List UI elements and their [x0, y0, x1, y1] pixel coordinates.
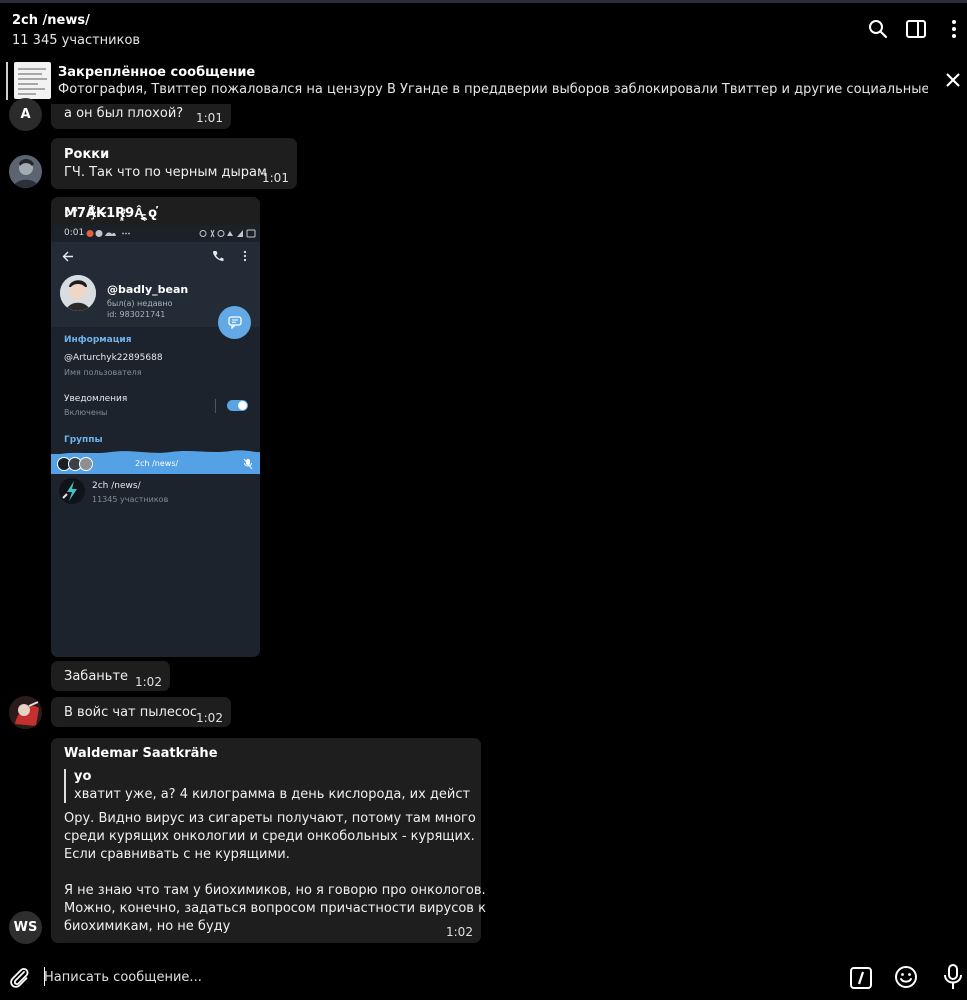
message-line: Я не знаю что там у биохимиков, но я гов…: [64, 883, 486, 898]
more-vertical-icon[interactable]: [942, 17, 966, 41]
message-time: 1:02: [135, 675, 162, 689]
pinned-text: Фотография, Твиттер пожаловался на цензу…: [58, 82, 928, 97]
phone-notifications-toggle: [227, 400, 248, 411]
phone-notifications-label: Уведомления: [64, 394, 128, 404]
avatar[interactable]: [9, 696, 42, 729]
reply-text: хватит уже, а? 4 килограмма в день кисло…: [74, 787, 470, 802]
microphone-icon[interactable]: [940, 964, 966, 990]
phone-status-bar: 0:01: [51, 225, 260, 242]
message-line: Ору. Видно вирус из сигареты получают, п…: [64, 811, 476, 826]
message-text: ГЧ. Так что по черным дырам: [64, 165, 267, 180]
message-bubble[interactable]: В войс чат пылесос 1:02: [51, 697, 231, 727]
chat-header[interactable]: 2ch /news/ 11 345 участников: [0, 3, 967, 57]
pinned-indicator: [6, 62, 8, 100]
message-bubble[interactable]: Забаньте 1:02: [51, 661, 170, 691]
message-text: Забаньте: [64, 669, 129, 684]
avatar: [60, 275, 96, 311]
member-count: 11 345 участников: [12, 33, 141, 48]
pinned-message[interactable]: Закреплённое сообщение Фотография, Твитт…: [0, 59, 967, 103]
phone-notifications-state: Включены: [64, 408, 108, 417]
message-line: биохимикам, но не буду: [64, 919, 231, 934]
pinned-title: Закреплённое сообщение: [58, 65, 256, 80]
phone-group-name: 2ch /news/: [92, 481, 141, 491]
message-line: Можно, конечно, задаться вопросом причас…: [64, 901, 486, 916]
phone-voice-chat-bar: 2ch /news/: [51, 454, 260, 474]
phone-handle-label: Имя пользователя: [64, 368, 142, 377]
message-text: В войс чат пылесос: [64, 705, 198, 720]
chat-title[interactable]: 2ch /news/: [12, 13, 90, 28]
reply-quote[interactable]: yo хватит уже, а? 4 килограмма в день ки…: [64, 767, 474, 805]
sender-name[interactable]: Рокки: [64, 147, 109, 162]
phone-username: @badly_bean: [107, 283, 189, 296]
avatar[interactable]: A: [9, 98, 42, 131]
sender-name[interactable]: Waldemar Saatkrähe: [64, 746, 218, 761]
close-icon[interactable]: [942, 69, 964, 91]
phone-info-section: Информация: [64, 335, 132, 345]
message-time: 1:01: [196, 111, 223, 125]
sender-name[interactable]: M̸̛7Â̴̧͌K̴1R̴̨̛͓͈9Â̵̫̫̯̠̟̟̠̗̙̻̝̤͙̦̰̟ ̭̘̗…: [64, 205, 254, 221]
bot-commands-icon[interactable]: [848, 965, 874, 991]
pinned-thumbnail: [14, 62, 51, 99]
sidebar-panel-icon[interactable]: [904, 17, 928, 41]
message-text: а он был плохой?: [64, 106, 184, 121]
message-bubble[interactable]: Waldemar Saatkrähe yo хватит уже, а? 4 к…: [51, 738, 486, 943]
message-input[interactable]: [44, 967, 824, 987]
chat-bubble-icon: [218, 306, 251, 339]
phone-user-id: id: 983021741: [107, 310, 166, 319]
phone-group-members: 11345 участников: [92, 495, 169, 504]
group-avatar: [59, 478, 85, 504]
phone-time: 0:01: [64, 228, 85, 238]
message-time: 1:02: [196, 711, 223, 725]
message-time: 1:02: [446, 925, 473, 939]
avatar[interactable]: WS: [9, 911, 42, 944]
avatar[interactable]: [9, 155, 42, 188]
phone-handle: @Arturchyk22895688: [64, 353, 163, 363]
attach-icon[interactable]: [6, 964, 32, 990]
message-line: среди курящих онкологии и среди онкоболь…: [64, 829, 475, 844]
phone-last-seen: был(а) недавно: [107, 299, 173, 308]
emoji-icon[interactable]: [893, 964, 919, 990]
screenshot-image[interactable]: 0:01 @badly_bean был(а) недавно id: 9830…: [51, 225, 260, 657]
search-icon[interactable]: [866, 17, 890, 41]
phone-voice-chat-title: 2ch /news/: [135, 459, 179, 468]
message-bubble[interactable]: Рокки ГЧ. Так что по черным дырам 1:01: [51, 138, 297, 189]
reply-author: yo: [74, 769, 92, 784]
message-composer[interactable]: [0, 955, 967, 1000]
divider: [215, 399, 216, 413]
phone-groups-section: Группы: [64, 435, 103, 445]
message-bubble[interactable]: а он был плохой? 1:01: [51, 104, 231, 129]
message-line: Если сравнивать с не курящими.: [64, 847, 290, 862]
message-time: 1:01: [262, 171, 289, 185]
